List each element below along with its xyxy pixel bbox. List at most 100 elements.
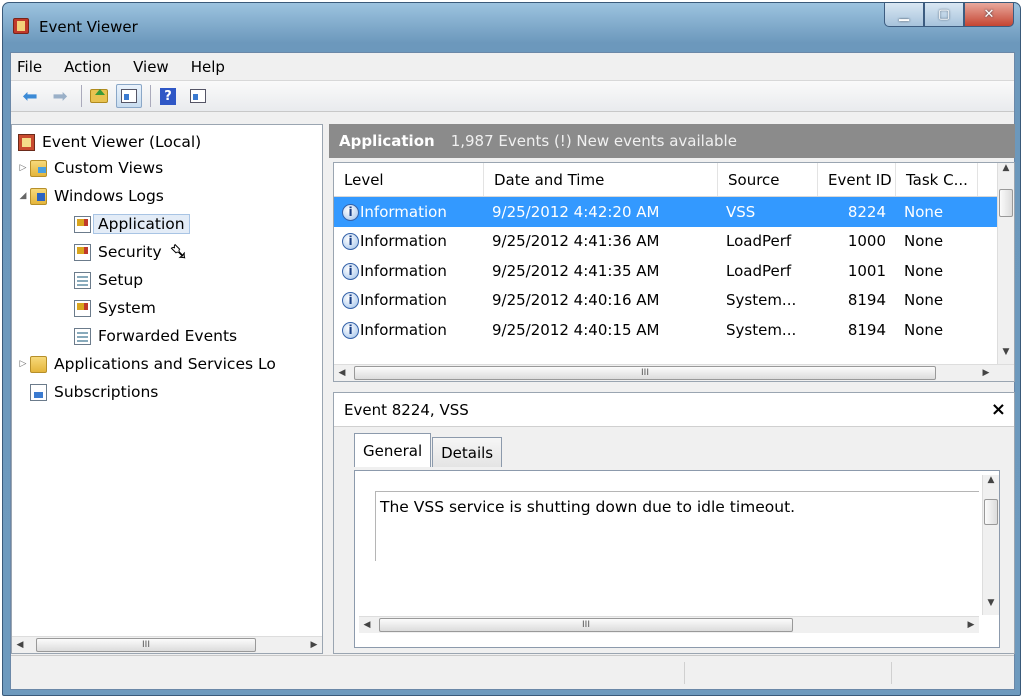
task-cell: None bbox=[904, 291, 944, 310]
maximize-button[interactable]: ▢ bbox=[924, 3, 964, 27]
level-cell: i Information bbox=[334, 321, 484, 339]
table-header: Level Date and Time Source Event ID Task… bbox=[334, 163, 1014, 197]
table-horizontal-scrollbar[interactable]: ◀ III ▶ bbox=[334, 364, 1014, 381]
scroll-right-icon[interactable]: ▶ bbox=[306, 640, 322, 650]
collapse-arrow-icon[interactable]: ◢ bbox=[16, 191, 30, 201]
status-divider bbox=[891, 662, 892, 684]
table-row[interactable]: i Information 9/25/2012 4:40:15 AM System… bbox=[334, 315, 1014, 345]
help-icon: ? bbox=[160, 87, 176, 105]
status-divider bbox=[684, 662, 685, 684]
show-hide-console-tree-button[interactable] bbox=[116, 84, 142, 108]
custom-views-folder-icon bbox=[30, 159, 47, 177]
table-vertical-scrollbar[interactable]: ▲ ▼ bbox=[997, 163, 1014, 364]
table-row[interactable]: i Information 9/25/2012 4:41:35 AM LoadPe… bbox=[334, 256, 1014, 286]
scrollbar-thumb[interactable]: III bbox=[36, 638, 256, 652]
minimize-button[interactable]: ▁ bbox=[884, 3, 924, 27]
tree-item-system[interactable]: System bbox=[74, 295, 156, 321]
scrollbar-thumb[interactable]: III bbox=[354, 366, 936, 380]
log-icon bbox=[74, 243, 91, 261]
scroll-down-icon[interactable]: ▼ bbox=[983, 598, 999, 615]
help-button[interactable]: ? bbox=[155, 84, 181, 108]
scrollbar-thumb[interactable] bbox=[999, 189, 1013, 217]
tree-item-custom-views[interactable]: ▷ Custom Views bbox=[16, 155, 164, 181]
tree-item-windows-logs[interactable]: ◢ Windows Logs bbox=[16, 183, 164, 209]
column-level[interactable]: Level bbox=[334, 163, 484, 196]
results-pane: Application 1,987 Events (!) New events … bbox=[329, 124, 1015, 654]
menu-bar: File Action View Help bbox=[11, 53, 1014, 80]
forward-arrow-icon: ➡ bbox=[52, 85, 68, 107]
menu-file[interactable]: File bbox=[17, 58, 42, 76]
tab-general[interactable]: General bbox=[354, 433, 432, 467]
date-cell: 9/25/2012 4:40:15 AM bbox=[492, 320, 660, 339]
close-detail-icon[interactable]: × bbox=[991, 399, 1006, 420]
close-icon: ✕ bbox=[983, 7, 995, 22]
tree-item-applications-and-services[interactable]: ▷ Applications and Services Lo bbox=[16, 351, 276, 377]
forward-button[interactable]: ➡ bbox=[47, 84, 73, 108]
toolbar-separator bbox=[81, 85, 82, 107]
detail-tabs: General Details bbox=[354, 433, 503, 467]
event-viewer-icon bbox=[18, 133, 35, 151]
tree-item-event-viewer-local[interactable]: Event Viewer (Local) bbox=[18, 129, 201, 155]
scroll-up-icon[interactable]: ▲ bbox=[998, 163, 1014, 180]
folder-up-icon bbox=[90, 89, 108, 103]
level-cell: i Information bbox=[334, 262, 484, 280]
message-horizontal-scrollbar[interactable]: ◀ III ▶ bbox=[359, 616, 979, 633]
scroll-right-icon[interactable]: ▶ bbox=[963, 620, 979, 630]
event-id-cell: 8224 bbox=[847, 202, 886, 221]
tab-details[interactable]: Details bbox=[432, 437, 503, 467]
console-tree-icon bbox=[121, 89, 137, 103]
event-id-cell: 1000 bbox=[847, 232, 886, 251]
title-bar[interactable]: Event Viewer ▁ ▢ ✕ bbox=[3, 3, 1020, 53]
event-id-cell: 8194 bbox=[847, 291, 886, 310]
column-source[interactable]: Source bbox=[718, 163, 818, 196]
scrollbar-thumb[interactable] bbox=[984, 499, 998, 525]
tree-item-setup[interactable]: Setup bbox=[74, 267, 143, 293]
scroll-up-icon[interactable]: ▲ bbox=[983, 475, 999, 492]
tree-item-subscriptions[interactable]: Subscriptions bbox=[30, 379, 158, 405]
scrollbar-thumb[interactable]: III bbox=[379, 618, 793, 632]
log-header: Application 1,987 Events (!) New events … bbox=[329, 124, 1015, 158]
column-date-time[interactable]: Date and Time bbox=[484, 163, 718, 196]
tree-item-forwarded-events[interactable]: Forwarded Events bbox=[74, 323, 237, 349]
tree-horizontal-scrollbar[interactable]: ◀ III ▶ bbox=[12, 636, 322, 653]
scroll-left-icon[interactable]: ◀ bbox=[334, 368, 350, 378]
table-row[interactable]: i Information 9/25/2012 4:40:16 AM System… bbox=[334, 286, 1014, 316]
log-icon bbox=[74, 271, 91, 289]
event-message[interactable]: The VSS service is shutting down due to … bbox=[375, 491, 979, 561]
close-button[interactable]: ✕ bbox=[964, 3, 1014, 27]
events-table[interactable]: Level Date and Time Source Event ID Task… bbox=[333, 162, 1015, 382]
scroll-left-icon[interactable]: ◀ bbox=[12, 640, 28, 650]
console-tree[interactable]: Event Viewer (Local) ▷ Custom Views ◢ Wi… bbox=[11, 124, 323, 654]
date-cell: 9/25/2012 4:41:36 AM bbox=[492, 232, 660, 251]
source-cell: System... bbox=[726, 320, 797, 339]
task-cell: None bbox=[904, 320, 944, 339]
expand-arrow-icon[interactable]: ▷ bbox=[16, 163, 30, 173]
information-icon: i bbox=[342, 321, 359, 339]
up-one-level-button[interactable] bbox=[86, 84, 112, 108]
scroll-left-icon[interactable]: ◀ bbox=[359, 620, 375, 630]
table-row[interactable]: i Information 9/25/2012 4:41:36 AM LoadPe… bbox=[334, 227, 1014, 257]
message-vertical-scrollbar[interactable]: ▲ ▼ bbox=[982, 475, 999, 615]
menu-action[interactable]: Action bbox=[64, 58, 111, 76]
minimize-icon: ▁ bbox=[899, 7, 909, 22]
scroll-right-icon[interactable]: ▶ bbox=[978, 368, 994, 378]
level-cell: i Information bbox=[334, 203, 484, 221]
level-cell: i Information bbox=[334, 232, 484, 251]
menu-help[interactable]: Help bbox=[191, 58, 225, 76]
scroll-down-icon[interactable]: ▼ bbox=[998, 347, 1014, 364]
task-cell: None bbox=[904, 261, 944, 280]
tree-item-security[interactable]: Security ➷ bbox=[74, 239, 189, 265]
tree-item-application[interactable]: Application bbox=[74, 211, 190, 237]
event-id-cell: 8194 bbox=[847, 320, 886, 339]
toolbar-separator bbox=[150, 85, 151, 107]
menu-view[interactable]: View bbox=[133, 58, 169, 76]
back-arrow-icon: ⬅ bbox=[22, 85, 38, 107]
event-detail-pane: Event 8224, VSS × General Details The VS… bbox=[333, 392, 1015, 654]
column-event-id[interactable]: Event ID bbox=[818, 163, 896, 196]
client-area: File Action View Help ⬅ ➡ ? Event Viewer… bbox=[10, 52, 1015, 690]
back-button[interactable]: ⬅ bbox=[17, 84, 43, 108]
show-hide-action-pane-button[interactable] bbox=[185, 84, 211, 108]
column-task-category[interactable]: Task C... bbox=[896, 163, 978, 196]
expand-arrow-icon[interactable]: ▷ bbox=[16, 359, 30, 369]
table-row[interactable]: i Information 9/25/2012 4:42:20 AM VSS 82… bbox=[334, 197, 1014, 227]
